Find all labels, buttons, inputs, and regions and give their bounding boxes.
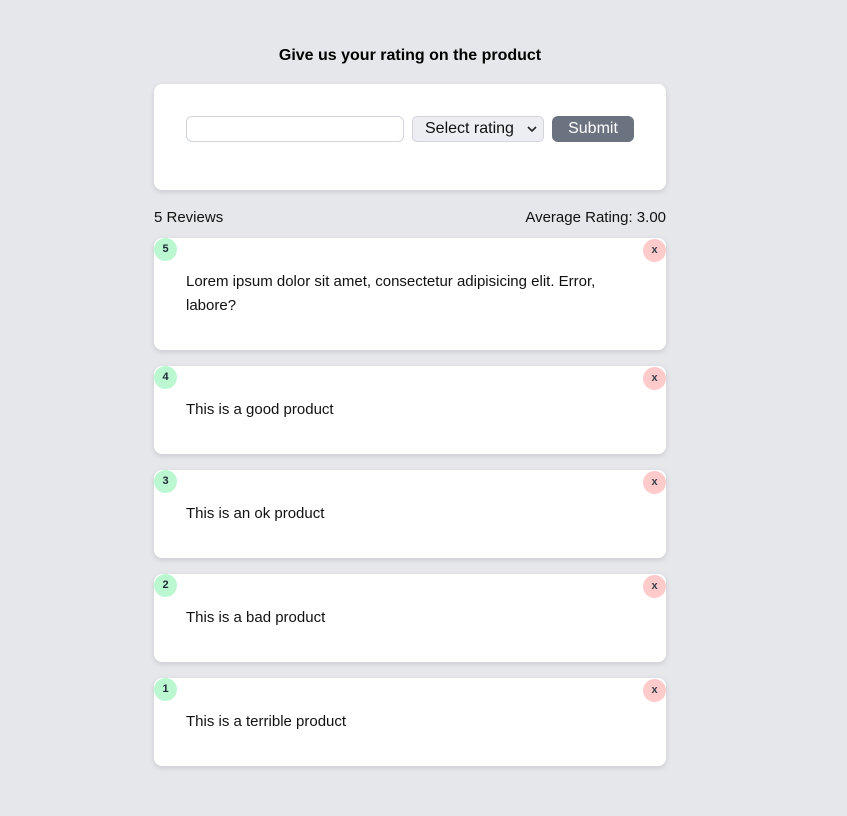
- review-text: This is a good product: [186, 401, 334, 418]
- delete-review-button[interactable]: x: [643, 679, 666, 702]
- review-form: Select rating Submit: [154, 84, 666, 190]
- review-text: This is an ok product: [186, 505, 325, 522]
- review-text: This is a bad product: [186, 609, 326, 626]
- review-card: 1 x This is a terrible product: [154, 678, 666, 766]
- average-rating: Average Rating: 3.00: [525, 209, 666, 226]
- review-stats: 5 Reviews Average Rating: 3.00: [154, 209, 666, 229]
- review-card: 5 x Lorem ipsum dolor sit amet, consecte…: [154, 238, 666, 350]
- review-card: 4 x This is a good product: [154, 366, 666, 454]
- rating-select-value: Select rating: [425, 120, 514, 137]
- rating-badge: 4: [154, 366, 177, 389]
- submit-button[interactable]: Submit: [552, 116, 634, 142]
- review-text: This is a terrible product: [186, 713, 347, 730]
- delete-review-button[interactable]: x: [643, 575, 666, 598]
- page-title: Give us your rating on the product: [278, 47, 542, 64]
- delete-review-button[interactable]: x: [643, 367, 666, 390]
- delete-review-button[interactable]: x: [643, 239, 666, 262]
- review-card: 3 x This is an ok product: [154, 470, 666, 558]
- rating-badge: 2: [154, 574, 177, 597]
- review-text-input[interactable]: [186, 116, 404, 142]
- rating-select[interactable]: Select rating: [412, 116, 544, 142]
- rating-badge: 3: [154, 470, 177, 493]
- review-card: 2 x This is a bad product: [154, 574, 666, 662]
- review-count: 5 Reviews: [154, 209, 224, 226]
- chevron-down-icon: [527, 117, 537, 149]
- rating-badge: 1: [154, 678, 177, 701]
- rating-badge: 5: [154, 238, 177, 261]
- review-text: Lorem ipsum dolor sit amet, consectetur …: [186, 273, 596, 314]
- delete-review-button[interactable]: x: [643, 471, 666, 494]
